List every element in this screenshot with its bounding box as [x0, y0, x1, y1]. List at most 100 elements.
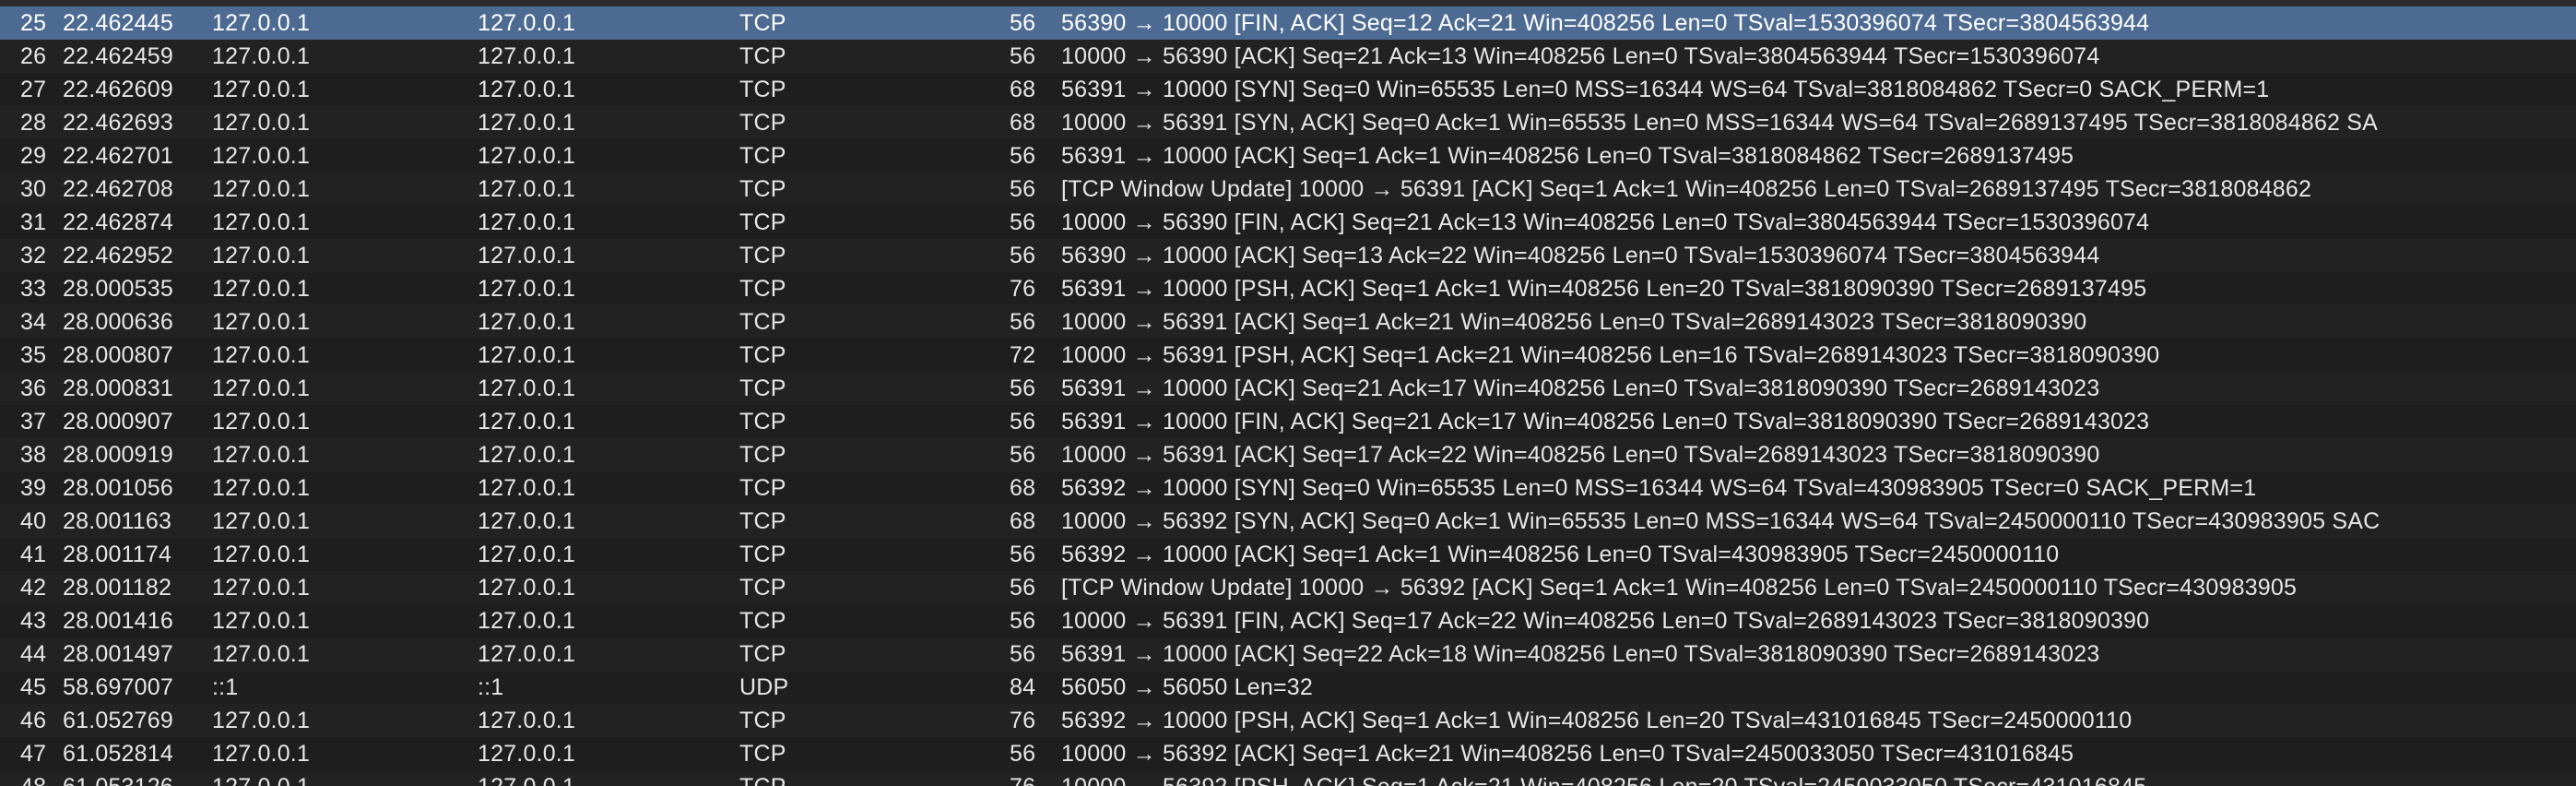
packet-protocol: TCP — [739, 342, 786, 368]
packet-row[interactable]: 27 22.462609 127.0.0.1 127.0.0.1 TCP 68 56391 … — [0, 73, 2576, 106]
packet-row[interactable]: 37 28.000907 127.0.0.1 127.0.0.1 TCP 56 56391 … — [0, 405, 2576, 438]
packet-destination: 127.0.0.1 — [478, 375, 576, 401]
packet-row[interactable]: 33 28.000535 127.0.0.1 127.0.0.1 TCP 76 56391 … — [0, 272, 2576, 305]
packet-time: 28.001497 — [63, 641, 173, 667]
packet-destination: 127.0.0.1 — [478, 641, 576, 667]
packet-row[interactable]: 36 28.000831 127.0.0.1 127.0.0.1 TCP 56 56391 … — [0, 372, 2576, 405]
packet-length: 56 — [1010, 542, 1036, 567]
packet-protocol: TCP — [739, 409, 786, 435]
packet-time: 28.001163 — [63, 508, 172, 534]
packet-length: 56 — [1010, 409, 1036, 435]
packet-source: 127.0.0.1 — [212, 43, 311, 69]
packet-protocol: UDP — [739, 674, 789, 700]
packet-number: 38 — [20, 442, 47, 468]
packet-row[interactable]: 38 28.000919 127.0.0.1 127.0.0.1 TCP 56 10000 … — [0, 438, 2576, 471]
packet-source: 127.0.0.1 — [212, 442, 311, 468]
packet-destination: 127.0.0.1 — [478, 77, 576, 102]
packet-protocol: TCP — [739, 708, 786, 733]
packet-row-selected[interactable]: 25 22.462445 127.0.0.1 127.0.0.1 TCP 56 56390 … — [0, 6, 2576, 40]
packet-info: 10000 → 56392 [PSH, ACK] Seq=1 Ack=21 Wi… — [1061, 770, 2576, 786]
packet-source: 127.0.0.1 — [212, 176, 311, 202]
packet-destination: 127.0.0.1 — [478, 342, 576, 368]
packet-info: 10000 → 56390 [ACK] Seq=21 Ack=13 Win=40… — [1061, 43, 2100, 69]
packet-row[interactable]: 45 58.697007::1::1 UDP 84 56050 → 56050 Len=… — [0, 671, 2576, 704]
packet-source: 127.0.0.1 — [212, 741, 311, 767]
packet-row[interactable]: 43 28.001416 127.0.0.1 127.0.0.1 TCP 56 10000 … — [0, 604, 2576, 637]
packet-length: 68 — [1010, 110, 1036, 136]
packet-info: 56050 → 56050 Len=32 — [1061, 674, 1313, 700]
packet-protocol: TCP — [739, 243, 786, 268]
packet-info: 56391 → 10000 [PSH, ACK] Seq=1 Ack=1 Win… — [1061, 276, 2147, 302]
packet-row[interactable]: 39 28.001056 127.0.0.1 127.0.0.1 TCP 68 56392 … — [0, 471, 2576, 505]
packet-length: 56 — [1010, 43, 1036, 69]
packet-number: 30 — [20, 176, 47, 202]
packet-length: 56 — [1010, 442, 1036, 468]
packet-list[interactable]: 25 22.462445 127.0.0.1 127.0.0.1 TCP 56 56390 … — [0, 0, 2576, 786]
packet-time: 28.000535 — [63, 276, 173, 302]
packet-number: 40 — [20, 508, 47, 534]
packet-info: 56390 → 10000 [FIN, ACK] Seq=12 Ack=21 W… — [1061, 10, 2150, 36]
packet-length: 76 — [1010, 276, 1036, 302]
packet-protocol: TCP — [739, 770, 850, 786]
packet-protocol: TCP — [739, 43, 786, 69]
packet-source: 127.0.0.1 — [212, 708, 311, 733]
packet-number: 35 — [20, 342, 47, 368]
packet-protocol: TCP — [739, 442, 786, 468]
packet-protocol: TCP — [739, 542, 786, 567]
packet-row[interactable]: 29 22.462701 127.0.0.1 127.0.0.1 TCP 56 56391 … — [0, 139, 2576, 173]
packet-length: 56 — [1010, 10, 1036, 36]
packet-destination: 127.0.0.1 — [478, 209, 576, 235]
packet-protocol: TCP — [739, 641, 786, 667]
packet-protocol: TCP — [739, 143, 786, 169]
packet-number: 27 — [20, 77, 47, 102]
packet-row[interactable]: 42 28.001182 127.0.0.1 127.0.0.1 TCP 56 [TCP W… — [0, 571, 2576, 604]
packet-rows: 25 22.462445 127.0.0.1 127.0.0.1 TCP 56 56390 … — [0, 6, 2576, 786]
packet-source: 127.0.0.1 — [212, 77, 311, 102]
packet-row[interactable]: 44 28.001497 127.0.0.1 127.0.0.1 TCP 56 56391 … — [0, 637, 2576, 671]
packet-number: 42 — [20, 575, 47, 601]
packet-number: 25 — [20, 10, 47, 36]
packet-number: 39 — [20, 475, 47, 501]
packet-time: 28.001174 — [63, 542, 172, 567]
packet-row[interactable]: 35 28.000807 127.0.0.1 127.0.0.1 TCP 72 10000 … — [0, 339, 2576, 372]
packet-info: 10000 → 56391 [FIN, ACK] Seq=17 Ack=22 W… — [1061, 608, 2150, 634]
packet-row[interactable]: 40 28.001163 127.0.0.1 127.0.0.1 TCP 68 10000 … — [0, 505, 2576, 538]
packet-source: 127.0.0.1 — [212, 542, 311, 567]
packet-row[interactable]: 30 22.462708 127.0.0.1 127.0.0.1 TCP 56 [TCP W… — [0, 173, 2576, 206]
packet-length: 76 — [1010, 770, 1060, 786]
packet-row[interactable]: 26 22.462459 127.0.0.1 127.0.0.1 TCP 56 10000 … — [0, 40, 2576, 73]
packet-time: 28.001056 — [63, 475, 173, 501]
packet-row[interactable]: 41 28.001174 127.0.0.1 127.0.0.1 TCP 56 56392 … — [0, 538, 2576, 571]
packet-row[interactable]: 4861.053126127.0.0.1127.0.0.1TCP7610000 … — [0, 770, 2576, 786]
packet-number: 33 — [20, 276, 47, 302]
packet-length: 56 — [1010, 575, 1036, 601]
packet-number: 31 — [20, 209, 47, 235]
packet-info: 56391 → 10000 [ACK] Seq=22 Ack=18 Win=40… — [1061, 641, 2100, 667]
packet-number: 48 — [20, 770, 61, 786]
packet-protocol: TCP — [739, 475, 786, 501]
packet-time: 58.697007 — [63, 674, 173, 700]
packet-row[interactable]: 46 61.052769 127.0.0.1 127.0.0.1 TCP 76 56392 … — [0, 704, 2576, 737]
packet-time: 22.462708 — [63, 176, 173, 202]
packet-number: 34 — [20, 309, 47, 335]
packet-length: 76 — [1010, 708, 1036, 733]
packet-row[interactable]: 47 61.052814 127.0.0.1 127.0.0.1 TCP 56 10000 … — [0, 737, 2576, 770]
packet-destination: 127.0.0.1 — [478, 276, 576, 302]
packet-time: 28.000807 — [63, 342, 173, 368]
packet-protocol: TCP — [739, 77, 786, 102]
packet-protocol: TCP — [739, 176, 786, 202]
packet-source: 127.0.0.1 — [212, 309, 311, 335]
packet-row[interactable]: 31 22.462874 127.0.0.1 127.0.0.1 TCP 56 10000 … — [0, 206, 2576, 239]
packet-length: 56 — [1010, 209, 1036, 235]
packet-destination: 127.0.0.1 — [478, 542, 576, 567]
packet-row[interactable]: 34 28.000636 127.0.0.1 127.0.0.1 TCP 56 10000 … — [0, 305, 2576, 339]
packet-length: 56 — [1010, 176, 1036, 202]
packet-source: 127.0.0.1 — [212, 508, 311, 534]
packet-info: 56390 → 10000 [ACK] Seq=13 Ack=22 Win=40… — [1061, 243, 2100, 268]
packet-source: 127.0.0.1 — [212, 110, 311, 136]
packet-protocol: TCP — [739, 741, 786, 767]
packet-length: 56 — [1010, 143, 1036, 169]
packet-row[interactable]: 32 22.462952 127.0.0.1 127.0.0.1 TCP 56 56390 … — [0, 239, 2576, 272]
packet-row[interactable]: 28 22.462693 127.0.0.1 127.0.0.1 TCP 68 10000 … — [0, 106, 2576, 139]
packet-number: 41 — [20, 542, 47, 567]
